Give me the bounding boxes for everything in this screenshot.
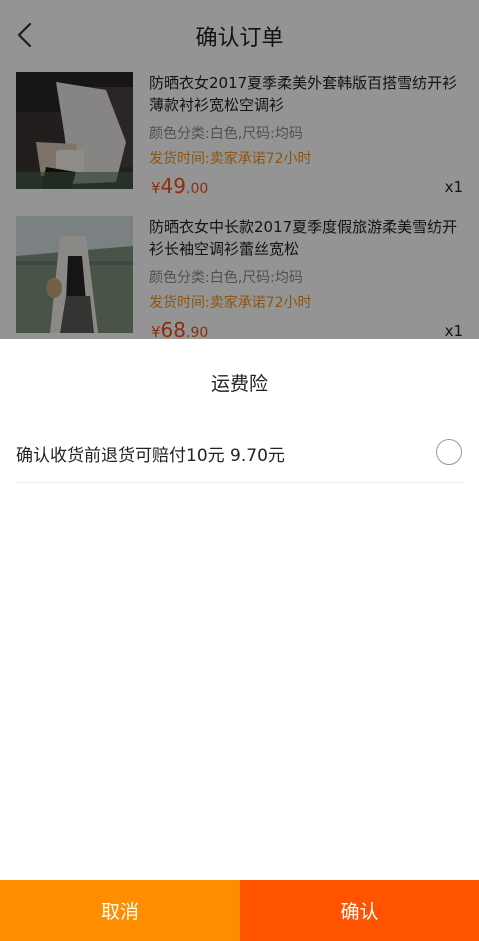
cancel-button[interactable]: 取消	[0, 880, 240, 941]
shipping-insurance-sheet: 运费险 确认收货前退货可赔付10元 9.70元 取消 确认	[0, 339, 479, 941]
sheet-title: 运费险	[210, 373, 268, 395]
confirm-button[interactable]: 确认	[240, 880, 479, 941]
insurance-option-label: 确认收货前退货可赔付10元 9.70元	[16, 446, 285, 466]
radio-button[interactable]	[436, 439, 462, 465]
insurance-option[interactable]: 确认收货前退货可赔付10元 9.70元	[16, 433, 465, 483]
